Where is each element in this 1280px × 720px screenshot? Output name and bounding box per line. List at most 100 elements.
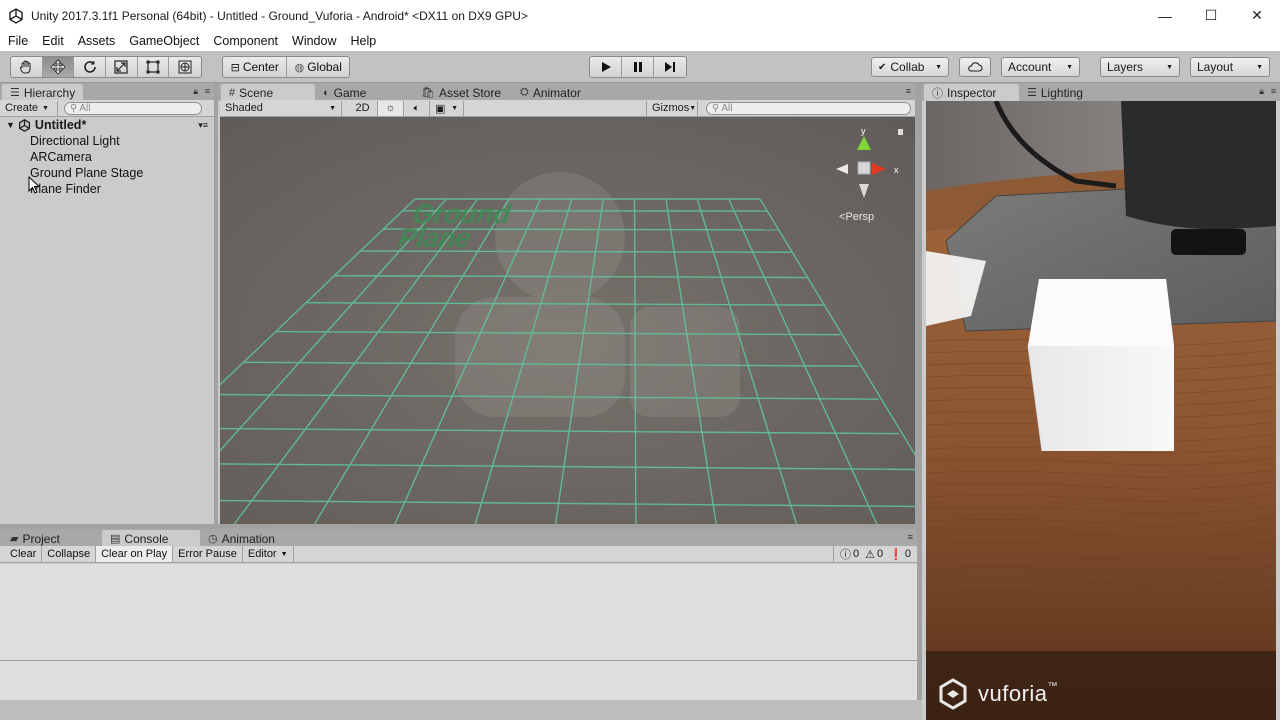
hierarchy-item-arcamera[interactable]: ARCamera — [0, 149, 214, 165]
pause-button[interactable] — [622, 57, 654, 77]
axis-x-cone-icon — [872, 163, 886, 175]
clear-button[interactable]: Clear — [0, 546, 43, 562]
tab-console-label: Console — [124, 531, 169, 546]
editor-dropdown[interactable]: Editor ▼ — [243, 546, 294, 562]
layout-label: Layout — [1197, 60, 1234, 74]
tab-asset-store[interactable]: 🛍︎ Asset Store — [413, 84, 512, 101]
lock-icon[interactable]: 🔒︎ — [1259, 86, 1264, 97]
tab-game[interactable]: ◐ Game — [315, 84, 413, 101]
close-button[interactable]: ✕ — [1234, 0, 1280, 31]
rotate-tool-button[interactable] — [74, 57, 107, 77]
effects-dropdown[interactable]: ▣ ▼ — [430, 100, 464, 116]
gizmos-dropdown[interactable]: Gizmos ▼ — [646, 100, 698, 116]
hand-icon — [20, 60, 31, 74]
step-icon — [664, 62, 675, 72]
pivot-label: Center — [242, 60, 279, 74]
create-dropdown[interactable]: Create ▼ — [0, 100, 58, 116]
panel-menu-icon[interactable]: ≡ — [906, 86, 911, 96]
collab-dropdown[interactable]: ✔ Collab ▼ — [871, 57, 949, 77]
scale-icon — [114, 60, 128, 74]
scene-search-input[interactable]: ⚲ All — [706, 101, 911, 115]
ar-camera-feed: vuforia ™ — [926, 101, 1276, 720]
menu-gameobject[interactable]: GameObject — [122, 34, 206, 48]
account-label: Account — [1008, 60, 1052, 74]
tab-console[interactable]: ▤ Console — [102, 530, 200, 547]
tab-animation[interactable]: ◷ Animation — [200, 530, 283, 547]
menu-help[interactable]: Help — [343, 34, 383, 48]
maximize-button[interactable]: ☐ — [1188, 0, 1234, 31]
tab-lighting[interactable]: ☰ Lighting — [1019, 84, 1091, 101]
title-bar: Unity 2017.3.1f1 Personal (64bit) - Unti… — [0, 0, 1280, 31]
log-count: 0 — [853, 548, 860, 560]
lock-icon[interactable]: 🔒︎ — [193, 86, 198, 97]
axis-y-label: y — [861, 126, 866, 136]
scene-toolbar: Shaded ▼ 2D ☼ 🔈︎ ▣ ▼ Gizmos ▼ ⚲ All — [220, 100, 915, 117]
status-bar — [0, 700, 922, 720]
space-global-button[interactable]: ◍ Global — [287, 57, 349, 77]
mode-2d-label: 2D — [355, 102, 370, 114]
console-detail-area[interactable] — [0, 660, 917, 700]
panel-menu-icon[interactable]: ≡ — [908, 532, 913, 542]
warning-filter-toggle[interactable]: ⚠ 0 — [865, 546, 883, 562]
layers-dropdown[interactable]: Layers ▼ — [1100, 57, 1180, 77]
vuforia-trademark: ™ — [1047, 681, 1059, 692]
tab-project[interactable]: ▰ Project — [2, 530, 102, 547]
play-icon — [601, 62, 611, 72]
panel-menu-icon[interactable]: ≡ — [205, 86, 210, 96]
create-label: Create — [5, 102, 39, 114]
search-icon: ⚲ — [70, 102, 78, 114]
tab-animation-label: Animation — [221, 531, 275, 546]
chevron-down-icon: ▼ — [1166, 63, 1173, 71]
log-filter-toggle[interactable]: ⓘ 0 — [840, 546, 859, 562]
projection-toggle[interactable]: <Persp — [839, 211, 874, 223]
rect-tool-button[interactable] — [138, 57, 170, 77]
menu-file[interactable]: File — [0, 34, 35, 48]
pivot-center-button[interactable]: ⊟ Center — [223, 57, 288, 77]
cloud-button[interactable] — [959, 57, 991, 77]
toggle-2d-button[interactable]: 2D — [348, 100, 378, 116]
playback-controls — [589, 56, 687, 78]
axis-y-cone-icon — [857, 136, 871, 150]
account-dropdown[interactable]: Account ▼ — [1001, 57, 1080, 77]
collapse-button[interactable]: Collapse — [42, 546, 97, 562]
console-icon: ▤ — [110, 533, 121, 545]
panel-menu-icon[interactable]: ≡ — [1271, 86, 1276, 96]
tab-inspector[interactable]: ⓘ Inspector — [924, 84, 1019, 101]
scene-search-placeholder: All — [721, 102, 733, 114]
warning-count: 0 — [877, 548, 884, 560]
tab-scene[interactable]: # Scene — [221, 84, 315, 101]
console-log-area[interactable] — [0, 564, 917, 660]
minimize-button[interactable]: — — [1142, 0, 1188, 31]
step-button[interactable] — [654, 57, 686, 77]
hierarchy-item-directional-light[interactable]: Directional Light — [0, 133, 214, 149]
play-button[interactable] — [590, 57, 623, 77]
transform-tool-button[interactable] — [169, 57, 201, 77]
error-filter-toggle[interactable]: ❗ 0 — [889, 546, 911, 562]
tab-hierarchy[interactable]: ☰ Hierarchy — [2, 84, 84, 101]
orientation-gizmo[interactable]: y x — [824, 122, 904, 212]
menu-component[interactable]: Component — [206, 34, 285, 48]
audio-toggle[interactable]: 🔈︎ — [404, 100, 430, 116]
move-tool-button[interactable] — [42, 57, 75, 77]
scene-viewport[interactable]: Ground Plane y x <Persp — [220, 117, 915, 524]
menu-edit[interactable]: Edit — [35, 34, 71, 48]
shading-mode-dropdown[interactable]: Shaded ▼ — [220, 100, 342, 116]
scene-root-item[interactable]: ▼ Untitled* ▾≡ — [0, 117, 214, 133]
tab-project-label: Project — [22, 531, 60, 546]
layout-dropdown[interactable]: Layout ▼ — [1190, 57, 1270, 77]
scale-tool-button[interactable] — [106, 57, 138, 77]
expand-arrow-icon[interactable]: ▼ — [6, 120, 15, 130]
hierarchy-search-input[interactable]: ⚲ All — [64, 101, 202, 115]
scene-tabstrip: # Scene ◐ Game 🛍︎ Asset Store ⛭ Animator… — [218, 83, 915, 101]
error-pause-button[interactable]: Error Pause — [173, 546, 243, 562]
menu-assets[interactable]: Assets — [71, 34, 123, 48]
unity-scene-icon — [18, 118, 30, 132]
menu-window[interactable]: Window — [285, 34, 343, 48]
inspector-tabstrip: ⓘ Inspector ☰ Lighting 🔒︎ ≡ — [922, 83, 1280, 101]
scene-menu-icon[interactable]: ▾≡ — [198, 120, 208, 131]
hand-tool-button[interactable] — [11, 57, 43, 77]
tab-animator[interactable]: ⛭ Animator — [512, 84, 589, 101]
sun-icon: ☼ — [385, 102, 396, 114]
clear-on-play-button[interactable]: Clear on Play — [96, 546, 174, 562]
lighting-toggle[interactable]: ☼ — [378, 100, 404, 116]
